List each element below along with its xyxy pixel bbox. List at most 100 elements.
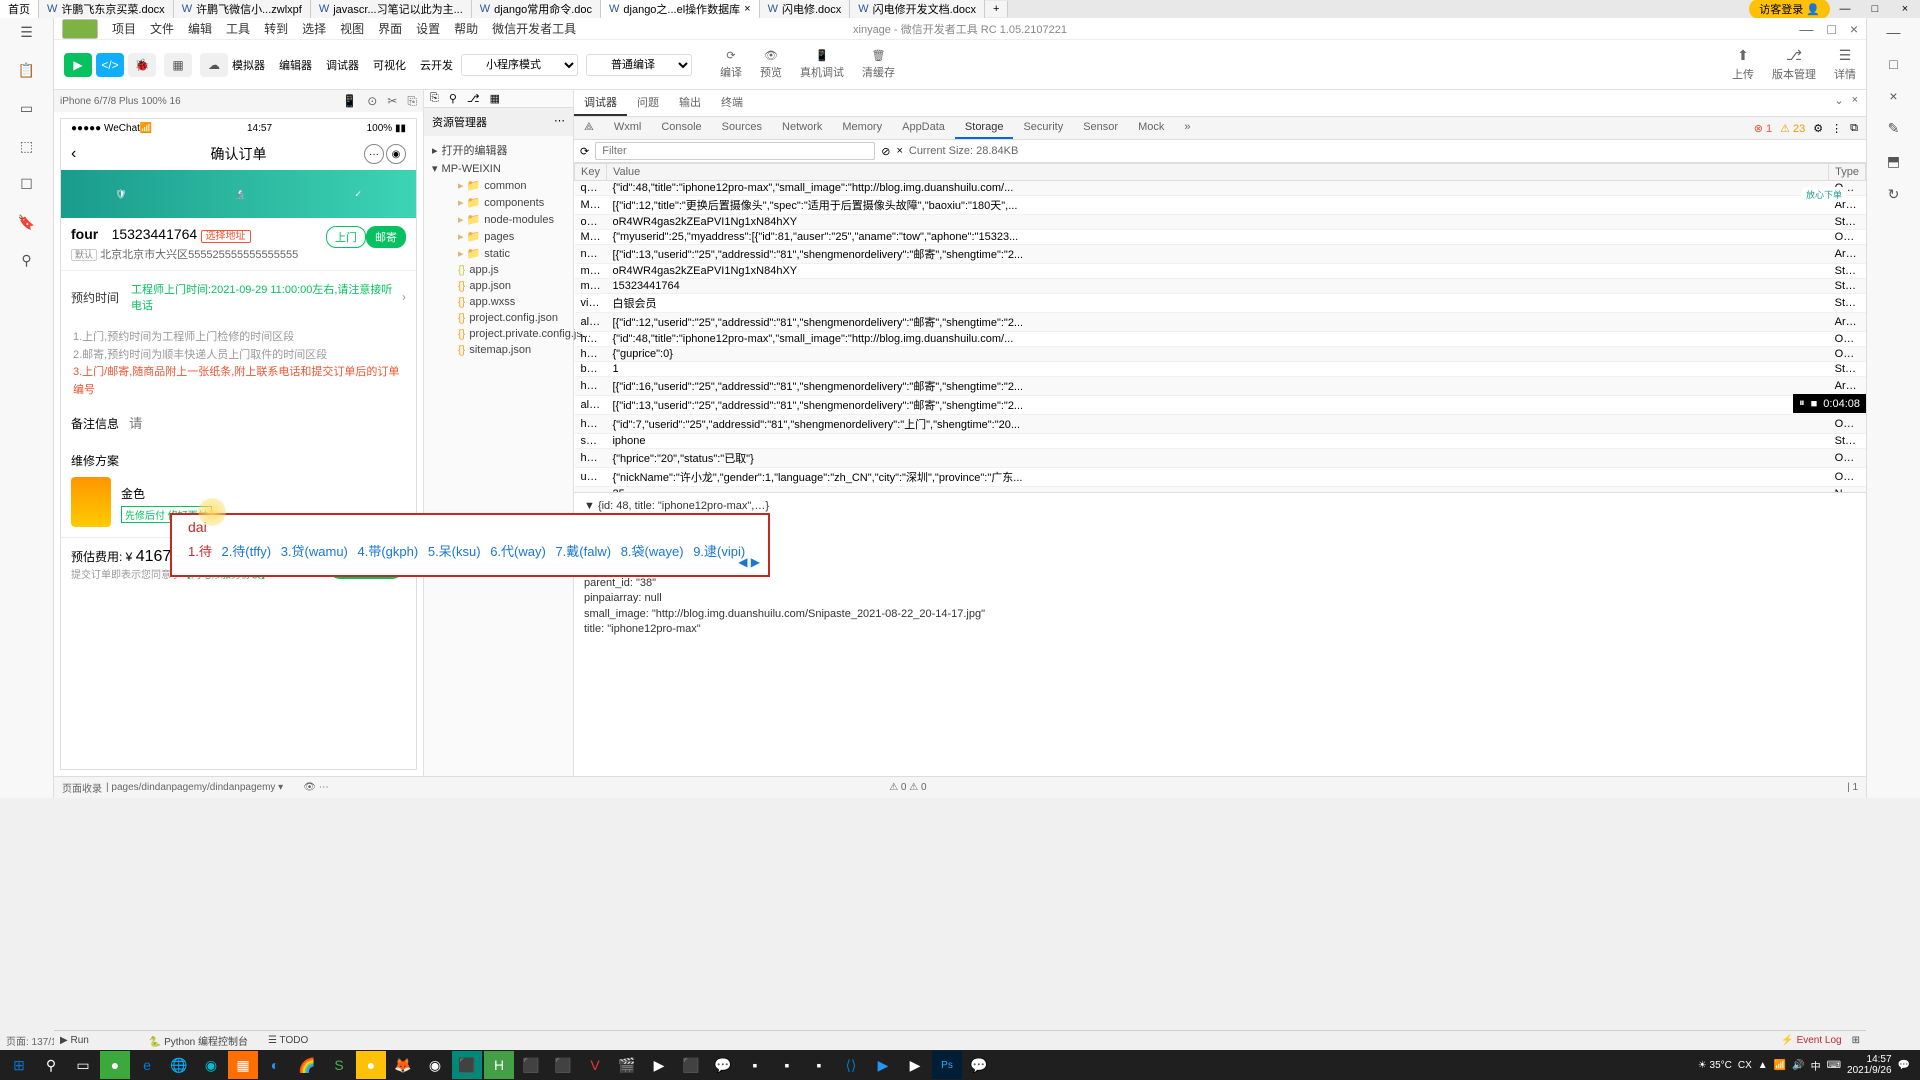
- tab-add[interactable]: +: [985, 1, 1008, 17]
- side-icon[interactable]: ▭: [20, 100, 33, 122]
- ime-nav[interactable]: ◀ ▶: [738, 555, 760, 569]
- side-tool-icon[interactable]: ↻: [1888, 186, 1900, 203]
- debugger-button[interactable]: 🐞: [128, 53, 156, 77]
- menu-item[interactable]: 设置: [416, 20, 440, 37]
- ime-candidate[interactable]: 8.袋(waye): [621, 544, 684, 559]
- storage-row[interactable]: backid1String: [575, 362, 1866, 377]
- visit-toggle[interactable]: 上门: [326, 226, 366, 248]
- menu-item[interactable]: 工具: [226, 20, 250, 37]
- sim-tool-icon[interactable]: ⊙: [367, 94, 377, 109]
- search-icon[interactable]: ⚲: [36, 1051, 66, 1079]
- select-address-tag[interactable]: 选择地址: [201, 230, 251, 243]
- app-icon[interactable]: ▦: [228, 1051, 258, 1079]
- ime-candidate[interactable]: 6.代(way): [490, 544, 546, 559]
- app-icon[interactable]: ⬛: [516, 1051, 546, 1079]
- subtab-memory[interactable]: Memory: [832, 117, 892, 139]
- upload-button[interactable]: ⬆上传: [1732, 47, 1754, 82]
- storage-row[interactable]: myopenidoR4WR4gas2kZEaPVI1Ng1xN84hXYStri…: [575, 264, 1866, 279]
- back-icon[interactable]: ‹: [71, 145, 76, 163]
- side-tool-icon[interactable]: ✎: [1888, 120, 1900, 137]
- simulator-button[interactable]: ▶: [64, 53, 92, 77]
- remote-debug-button[interactable]: 📱真机调试: [800, 49, 844, 80]
- ime-candidate[interactable]: 7.戴(falw): [555, 544, 611, 559]
- close-icon[interactable]: ×: [1890, 3, 1920, 15]
- terminal-icon[interactable]: ▪: [740, 1051, 770, 1079]
- tab-doc[interactable]: Wdjango常用命令.doc: [472, 0, 601, 19]
- cloud-button[interactable]: ☁: [200, 53, 228, 77]
- subtab-security[interactable]: Security: [1013, 117, 1073, 139]
- app-icon[interactable]: ●: [356, 1051, 386, 1079]
- file-tree-item[interactable]: ▸ 📁 static: [424, 245, 573, 262]
- app-icon[interactable]: S: [324, 1051, 354, 1079]
- menu-item[interactable]: 视图: [340, 20, 364, 37]
- maximize-icon[interactable]: □: [1827, 21, 1835, 37]
- editor-button[interactable]: </>: [96, 53, 124, 77]
- subtab-wxml[interactable]: Wxml: [604, 117, 652, 139]
- version-button[interactable]: ⎇版本管理: [1772, 47, 1816, 82]
- ime-candidate[interactable]: 2.待(tffy): [221, 544, 271, 559]
- file-tree-item[interactable]: {} project.config.json: [424, 310, 573, 326]
- wechat-icon[interactable]: 💬: [964, 1051, 994, 1079]
- search-icon[interactable]: ⚲: [449, 92, 457, 105]
- subtab-network[interactable]: Network: [772, 117, 832, 139]
- wechat-icon[interactable]: 💬: [708, 1051, 738, 1079]
- visual-button[interactable]: ▦: [164, 53, 192, 77]
- file-tree-item[interactable]: ▸ 📁 pages: [424, 228, 573, 245]
- status-warnings[interactable]: ⚠ 0 ⚠ 0: [889, 782, 926, 793]
- page-collect[interactable]: 页面收录: [62, 780, 102, 795]
- storage-row[interactable]: myphone15323441764String: [575, 279, 1866, 294]
- inspect-icon[interactable]: ⟁: [574, 117, 604, 139]
- minimize-icon[interactable]: —: [1887, 24, 1901, 40]
- storage-row[interactable]: MYbottomlist[{"id":12,"title":"更换后置摄像头",…: [575, 196, 1866, 215]
- photoshop-icon[interactable]: Ps: [932, 1051, 962, 1079]
- menu-pill[interactable]: ···: [364, 144, 384, 164]
- minimize-icon[interactable]: —: [1799, 21, 1813, 37]
- subtab-storage[interactable]: Storage: [955, 117, 1014, 139]
- storage-row[interactable]: huishouprice{"guprice":0}Object: [575, 347, 1866, 362]
- app-icon[interactable]: ⬛: [452, 1051, 482, 1079]
- storage-row[interactable]: huisounewdindan[{"id":16,"userid":"25","…: [575, 377, 1866, 396]
- dock-icon[interactable]: ⧉: [1850, 122, 1858, 135]
- menu-item[interactable]: 界面: [378, 20, 402, 37]
- terminal-icon[interactable]: ▪: [772, 1051, 802, 1079]
- app-icon[interactable]: 🌈: [292, 1051, 322, 1079]
- tab-doc[interactable]: W许鹏飞微信小...zwlxpf: [174, 0, 311, 19]
- tray-icon[interactable]: 📶: [1774, 1060, 1786, 1071]
- storage-row[interactable]: userInfo{"nickName":"许小龙","gender":1,"la…: [575, 468, 1866, 487]
- subtab-appdata[interactable]: AppData: [892, 117, 955, 139]
- delete-icon[interactable]: ×: [896, 145, 902, 157]
- tab-doc[interactable]: W许鹏飞东京买菜.docx: [39, 0, 174, 19]
- file-tree-item[interactable]: {} sitemap.json: [424, 342, 573, 358]
- storage-row[interactable]: hongbao{"hprice":"20","status":"已取"}Obje…: [575, 449, 1866, 468]
- tray-icon[interactable]: 中: [1811, 1058, 1821, 1073]
- dev-tab-output[interactable]: 输出: [669, 90, 711, 116]
- side-icon[interactable]: ⚲: [21, 252, 31, 274]
- close-icon[interactable]: ×: [1850, 21, 1858, 37]
- mail-toggle[interactable]: 邮寄: [366, 226, 406, 248]
- storage-row[interactable]: openidoR4WR4gas2kZEaPVI1Ng1xN84hXYString: [575, 215, 1866, 230]
- close-icon[interactable]: ×: [1889, 88, 1897, 104]
- side-icon[interactable]: ☐: [20, 176, 33, 198]
- git-icon[interactable]: ⎇: [467, 92, 480, 105]
- tray-icon[interactable]: 🔊: [1792, 1060, 1804, 1071]
- dev-tab-problems[interactable]: 问题: [627, 90, 669, 116]
- user-info-row[interactable]: four 15323441764 选择地址 上门邮寄 默认 北京北京市大兴区55…: [61, 218, 416, 271]
- tab-doc[interactable]: W闪电修开发文档.docx: [850, 0, 985, 19]
- tray-icon[interactable]: ▲: [1758, 1060, 1768, 1071]
- file-tree-item[interactable]: {} app.wxss: [424, 294, 573, 310]
- task-view-icon[interactable]: ▭: [68, 1051, 98, 1079]
- storage-row[interactable]: Myuseridndalladdress{"myuserid":25,"myad…: [575, 230, 1866, 245]
- firefox-icon[interactable]: 🦊: [388, 1051, 418, 1079]
- app-icon[interactable]: ▶: [900, 1051, 930, 1079]
- storage-row[interactable]: viptype白银会员String: [575, 294, 1866, 313]
- collapse-icon[interactable]: ⌄: [1834, 94, 1843, 112]
- close-icon[interactable]: ×: [1852, 94, 1858, 112]
- close-pill[interactable]: ◉: [386, 144, 406, 164]
- appointment-row[interactable]: 预约时间 工程师上门时间:2021-09-29 11:00:00左右,请注意接听…: [61, 271, 416, 323]
- event-log[interactable]: ⚡ Event Log: [1781, 1035, 1841, 1046]
- file-tree-item[interactable]: ▸ 📁 common: [424, 177, 573, 194]
- start-button[interactable]: ⊞: [4, 1051, 34, 1079]
- file-tree-item[interactable]: {} project.private.config.js...: [424, 326, 573, 342]
- stop-icon[interactable]: ■: [1811, 398, 1818, 410]
- notifications-icon[interactable]: 💬: [1898, 1060, 1910, 1071]
